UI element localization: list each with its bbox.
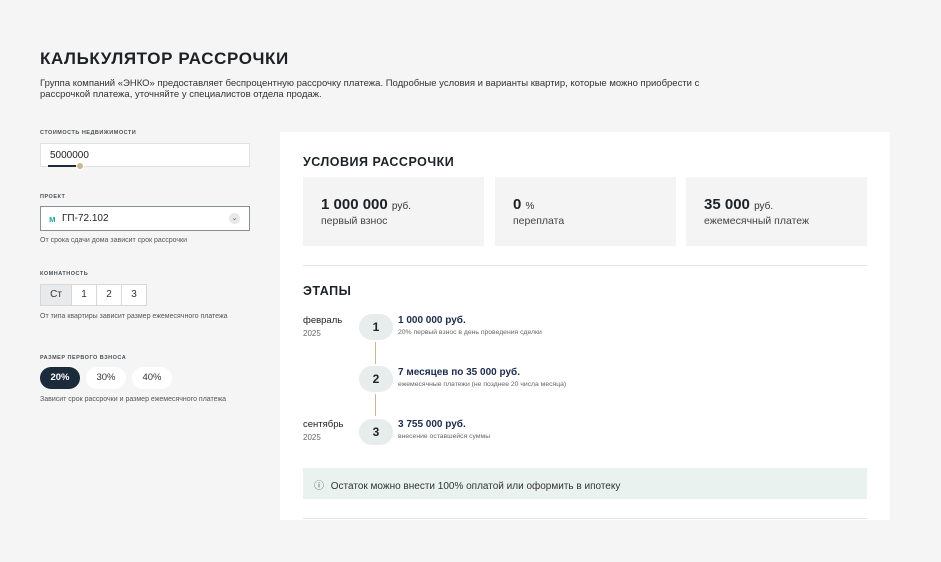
stage-description: ежемесячные платежи (не позднее 20 числа…	[398, 381, 567, 388]
room-option-studio[interactable]: Ст	[40, 284, 72, 306]
card-caption: ежемесячный платеж	[704, 215, 810, 227]
card-unit: руб.	[391, 201, 411, 212]
mortgage-notice: ⓘ Остаток можно внести 100% оплатой или …	[303, 468, 867, 499]
down-payment-hint: Зависит срок рассрочки и размер ежемесяч…	[40, 396, 227, 403]
card-value: 35 000	[704, 196, 750, 213]
rooms-label: КОМНАТНОСТЬ	[40, 271, 89, 277]
info-icon: ⓘ	[314, 481, 324, 492]
stage-1-date: февраль 2025	[303, 315, 342, 338]
conditions-title: УСЛОВИЯ РАССРОЧКИ	[303, 155, 455, 169]
down-payment-label: РАЗМЕР ПЕРВОГО ВЗНОСА	[40, 355, 127, 361]
divider	[303, 518, 867, 519]
stage-month: февраль	[303, 315, 343, 326]
results-panel: УСЛОВИЯ РАССРОЧКИ 1 000 000 руб. первый …	[280, 132, 890, 520]
stage-heading: 3 755 000 руб.	[398, 419, 466, 430]
stage-description: внесение оставшейся суммы	[398, 433, 491, 440]
room-option-1[interactable]: 1	[71, 284, 97, 306]
price-label: СТОИМОСТЬ НЕДВИЖИМОСТИ	[40, 130, 137, 136]
stage-1-number: 1	[359, 314, 393, 340]
project-select[interactable]: ᴍ ГП-72.102 ⌄	[40, 206, 250, 231]
card-unit: руб.	[754, 201, 774, 212]
room-option-3[interactable]: 3	[121, 284, 147, 306]
project-label: ПРОЕКТ	[40, 194, 66, 200]
stage-month: сентябрь	[303, 419, 344, 430]
room-option-2[interactable]: 2	[96, 284, 122, 306]
card-value: 1 000 000	[321, 196, 388, 213]
card-monthly-payment: 35 000 руб. ежемесячный платеж	[686, 177, 867, 246]
card-down-payment: 1 000 000 руб. первый взнос	[303, 177, 484, 246]
rooms-hint: От типа квартиры зависит размер ежемесяч…	[40, 313, 228, 320]
chevron-down-icon[interactable]: ⌄	[229, 213, 240, 224]
down-payment-option-30[interactable]: 30%	[86, 367, 126, 389]
stage-2-number: 2	[359, 366, 393, 392]
stage-connector	[375, 394, 376, 416]
notice-text: Остаток можно внести 100% оплатой или оф…	[330, 481, 621, 492]
stage-3-number: 3	[359, 419, 393, 445]
divider	[303, 265, 867, 266]
stage-2-info: 7 месяцев по 35 000 руб. ежемесячные пла…	[398, 367, 566, 388]
stage-3-info: 3 755 000 руб. внесение оставшейся суммы	[398, 419, 490, 440]
price-slider-thumb[interactable]	[76, 162, 84, 170]
stage-year: 2025	[303, 329, 321, 338]
page-title: КАЛЬКУЛЯТОР РАССРОЧКИ	[40, 49, 289, 68]
price-input[interactable]	[40, 143, 250, 167]
project-select-value: ГП-72.102	[62, 213, 109, 224]
card-overpayment: 0 % переплата	[495, 177, 676, 246]
card-value: 0	[513, 196, 522, 213]
stages-title: ЭТАПЫ	[303, 284, 352, 298]
card-caption: первый взнос	[321, 215, 388, 227]
stage-heading: 1 000 000 руб.	[398, 315, 466, 326]
stage-heading: 7 месяцев по 35 000 руб.	[398, 367, 520, 378]
project-hint: От срока сдачи дома зависит срок рассроч…	[40, 237, 188, 244]
card-unit: %	[525, 201, 535, 212]
down-payment-option-40[interactable]: 40%	[132, 367, 172, 389]
stage-year: 2025	[303, 433, 321, 442]
rooms-selector: Ст 1 2 3	[40, 284, 147, 306]
project-logo-icon: ᴍ	[49, 214, 56, 224]
stage-1-info: 1 000 000 руб. 20% первый взнос в день п…	[398, 315, 542, 336]
down-payment-option-20[interactable]: 20%	[40, 367, 80, 389]
stage-description: 20% первый взнос в день проведения сделк…	[398, 329, 542, 336]
card-caption: переплата	[513, 215, 565, 227]
down-payment-selector: 20% 30% 40%	[40, 367, 172, 389]
page-subtitle: Группа компаний «ЭНКО» предоставляет бес…	[40, 78, 700, 100]
stage-connector	[375, 342, 376, 364]
stage-3-date: сентябрь 2025	[303, 419, 343, 442]
